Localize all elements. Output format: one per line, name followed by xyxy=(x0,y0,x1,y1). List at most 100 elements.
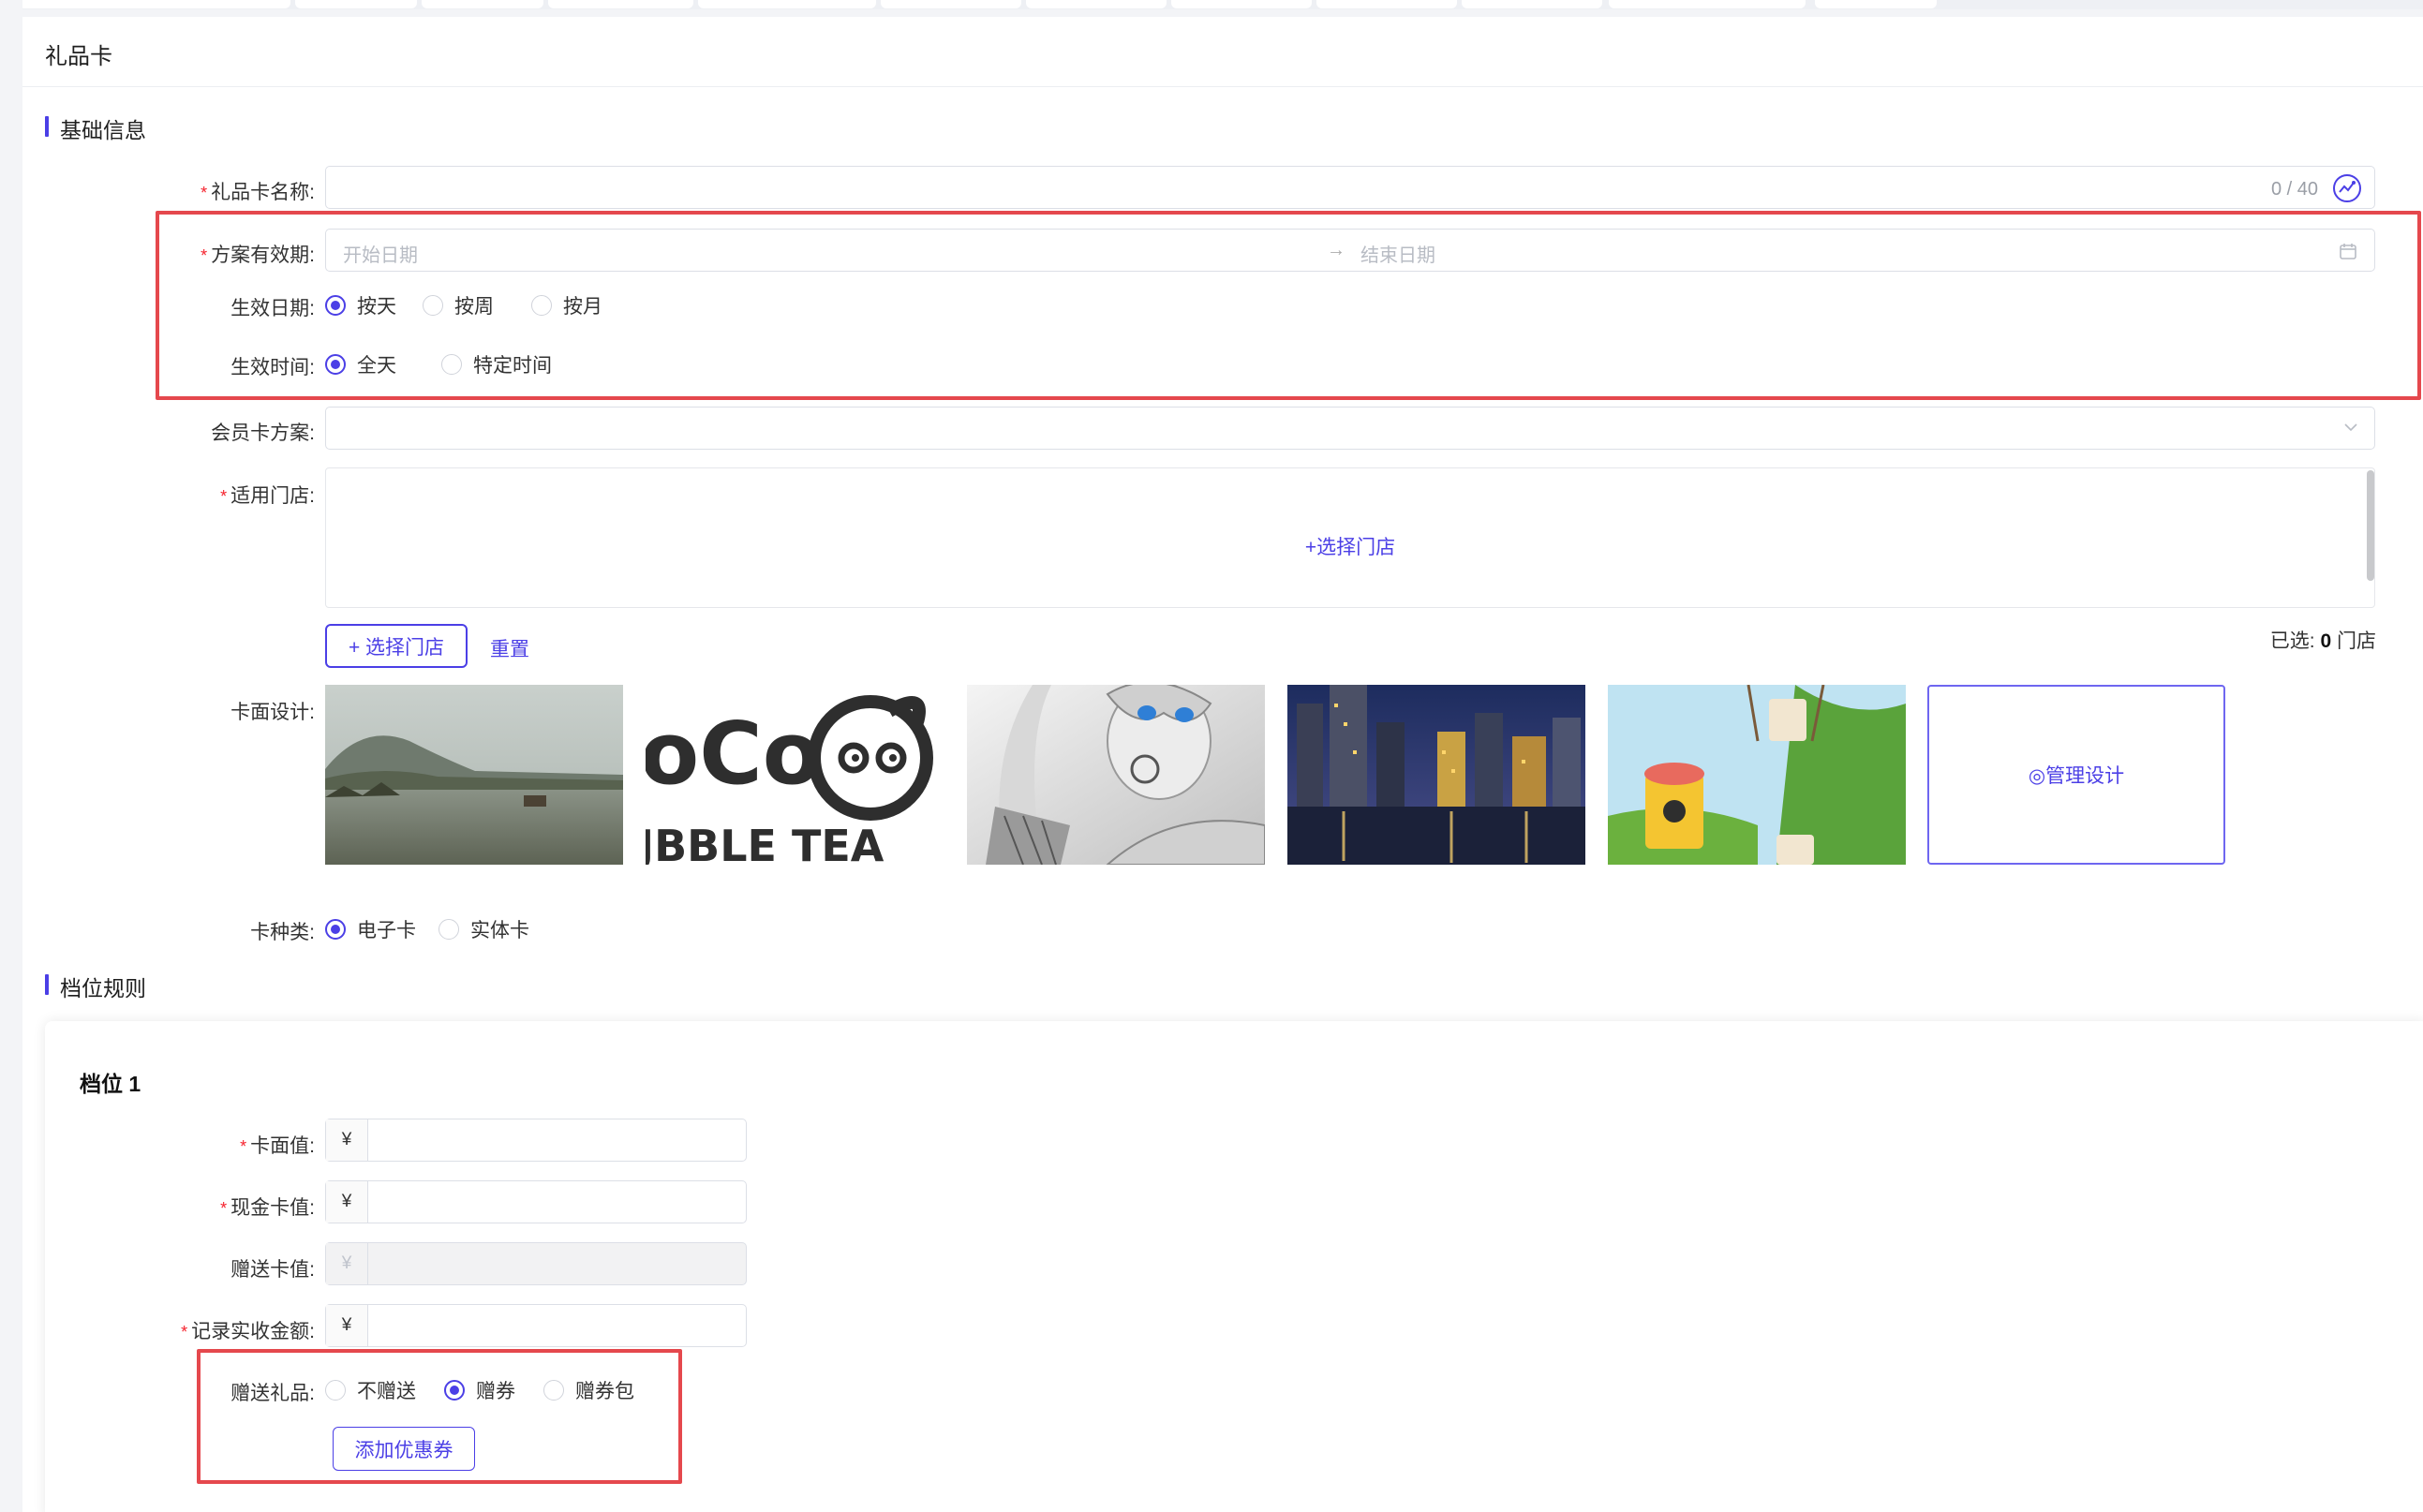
tab-active[interactable] xyxy=(1815,0,1937,8)
radio-physical-card[interactable]: 实体卡 xyxy=(439,915,529,943)
radio-label: 按周 xyxy=(454,296,494,318)
radio-coupon[interactable]: 赠券 xyxy=(444,1376,515,1404)
currency-prefix: ¥ xyxy=(326,1119,368,1161)
selected-number: 0 xyxy=(2320,630,2332,652)
gift-radio-group: 不赠送 赠券 赠券包 xyxy=(325,1376,662,1404)
currency-prefix: ¥ xyxy=(326,1181,368,1223)
scrollbar[interactable] xyxy=(2367,470,2374,581)
radio-dot[interactable] xyxy=(439,919,459,940)
tab[interactable] xyxy=(19,0,290,8)
radio-all-day[interactable]: 全天 xyxy=(325,350,396,378)
card-design-city[interactable] xyxy=(1287,685,1585,865)
calendar-icon xyxy=(2339,242,2357,265)
selected-prefix: 已选: xyxy=(2269,630,2321,652)
card-design-anime[interactable] xyxy=(967,685,1265,865)
radio-dot[interactable] xyxy=(444,1380,465,1401)
radio-dot[interactable] xyxy=(441,354,462,375)
radio-dot[interactable] xyxy=(325,919,346,940)
radio-specific-time[interactable]: 特定时间 xyxy=(441,350,552,378)
cash-value-label: * 现金卡值: xyxy=(220,1197,315,1219)
tab[interactable] xyxy=(1026,0,1167,8)
radio-label: 实体卡 xyxy=(470,920,529,941)
radio-no-gift[interactable]: 不赠送 xyxy=(325,1376,416,1404)
section-title-tiers: 档位规则 xyxy=(45,971,146,1002)
tab[interactable] xyxy=(1171,0,1312,8)
title-divider xyxy=(22,86,2423,87)
radio-label: 赠券 xyxy=(476,1381,515,1402)
received-amount-input[interactable]: ¥ xyxy=(325,1304,747,1347)
effective-time-label: 生效时间: xyxy=(230,357,315,378)
start-date-placeholder[interactable]: 开始日期 xyxy=(343,240,418,267)
left-gutter xyxy=(0,0,22,1512)
gift-value-input: ¥ xyxy=(325,1242,747,1285)
currency-prefix: ¥ xyxy=(326,1305,368,1346)
range-arrow: → xyxy=(1327,240,1345,260)
tab[interactable] xyxy=(548,0,693,8)
card-design-bubble-tea[interactable] xyxy=(1608,685,1906,865)
radio-dot[interactable] xyxy=(325,295,346,316)
gift-value-label: 赠送卡值: xyxy=(230,1259,315,1281)
gift-label: 赠送礼品: xyxy=(230,1383,315,1404)
member-plan-select[interactable] xyxy=(325,407,2375,450)
bubble-tea-text: JBBLE TEA xyxy=(646,821,884,865)
tab[interactable] xyxy=(881,0,1021,8)
face-value-label: * 卡面值: xyxy=(240,1135,315,1157)
reset-link[interactable]: 重置 xyxy=(490,634,529,662)
chevron-down-icon xyxy=(2342,419,2359,440)
radio-by-day[interactable]: 按天 xyxy=(325,291,396,319)
stores-label: * 适用门店: xyxy=(220,485,315,507)
store-list-box: +选择门店 xyxy=(325,467,2375,608)
received-amount-label: * 记录实收金额: xyxy=(181,1321,315,1342)
gift-card-name-input[interactable]: 0 / 40 xyxy=(325,166,2375,209)
name-label: * 礼品卡名称: xyxy=(201,182,315,203)
radio-by-week[interactable]: 按周 xyxy=(423,291,494,319)
effective-date-radio-group: 按天 按周 按月 xyxy=(325,291,631,319)
manage-design-button[interactable]: ◎管理设计 xyxy=(1927,685,2225,865)
period-label: * 方案有效期: xyxy=(201,245,315,266)
date-range-picker[interactable]: 开始日期 → 结束日期 xyxy=(325,229,2375,272)
radio-label: 按天 xyxy=(357,296,396,318)
section-title-basic: 基础信息 xyxy=(45,112,146,144)
currency-prefix: ¥ xyxy=(326,1243,368,1284)
top-tab-strip xyxy=(0,0,2423,9)
tab[interactable] xyxy=(422,0,543,8)
chart-icon[interactable] xyxy=(2333,174,2361,202)
tab[interactable] xyxy=(295,0,417,8)
tier-title: 档位 1 xyxy=(80,1072,141,1096)
radio-coupon-pack[interactable]: 赠券包 xyxy=(543,1376,634,1404)
radio-dot[interactable] xyxy=(531,295,552,316)
card-design-label: 卡面设计: xyxy=(230,702,315,723)
card-design-coco[interactable]: oCo JBBLE TEA xyxy=(646,685,944,865)
radio-label: 特定时间 xyxy=(473,355,552,377)
card-design-lake[interactable] xyxy=(325,685,623,865)
tab[interactable] xyxy=(1462,0,1602,8)
radio-label: 按月 xyxy=(563,296,602,318)
card-type-radio-group: 电子卡 实体卡 xyxy=(325,915,557,943)
radio-label: 不赠送 xyxy=(357,1381,416,1402)
selected-store-count: 已选: 0 门店 xyxy=(2270,626,2376,654)
face-value-input[interactable]: ¥ xyxy=(325,1119,747,1162)
radio-dot[interactable] xyxy=(543,1380,564,1401)
page-title: 礼品卡 xyxy=(45,44,112,69)
coco-logo-text: oCo xyxy=(646,704,822,804)
radio-dot[interactable] xyxy=(325,1380,346,1401)
select-store-button[interactable]: + 选择门店 xyxy=(325,624,468,668)
radio-dot[interactable] xyxy=(325,354,346,375)
radio-by-month[interactable]: 按月 xyxy=(531,291,602,319)
selected-suffix: 门店 xyxy=(2331,630,2376,652)
radio-label: 全天 xyxy=(357,355,396,377)
end-date-placeholder[interactable]: 结束日期 xyxy=(1360,240,1435,267)
cash-value-input[interactable]: ¥ xyxy=(325,1180,747,1223)
add-coupon-button[interactable]: 添加优惠券 xyxy=(333,1427,475,1471)
card-type-label: 卡种类: xyxy=(250,922,315,943)
tab[interactable] xyxy=(1316,0,1457,8)
radio-e-card[interactable]: 电子卡 xyxy=(325,915,416,943)
radio-label: 赠券包 xyxy=(575,1381,634,1402)
radio-dot[interactable] xyxy=(423,295,443,316)
tab[interactable] xyxy=(698,0,876,8)
tab[interactable] xyxy=(1609,0,1806,8)
name-counter: 0 / 40 xyxy=(2270,179,2318,200)
radio-label: 电子卡 xyxy=(357,920,416,941)
select-store-link[interactable]: +选择门店 xyxy=(326,532,2374,560)
effective-time-radio-group: 全天 特定时间 xyxy=(325,350,580,378)
